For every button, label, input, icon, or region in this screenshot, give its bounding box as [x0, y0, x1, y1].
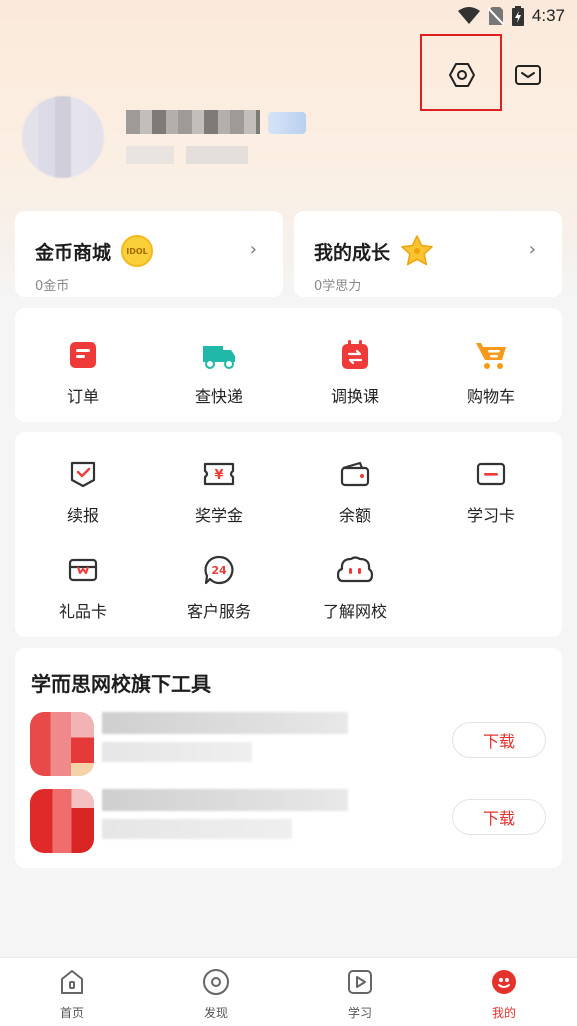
download-button[interactable]: 下载 [452, 722, 546, 758]
service-item-scholarship[interactable]: ¥ 奖学金 [151, 454, 287, 526]
service-item-label: 礼品卡 [58, 602, 107, 621]
services-card: 续报 ¥ 奖学金 余额 学习卡 礼品卡 24 客户服务 了解网校 [15, 432, 562, 637]
quick-menu-card: 订单 查快递 调换课 购物车 [15, 308, 562, 422]
growth-title: 我的成长 [314, 242, 391, 264]
menu-item-label: 购物车 [466, 387, 515, 406]
coin-mall-card[interactable]: 金币商城 IDOL › 0金币 [15, 211, 283, 297]
discover-icon [203, 969, 229, 995]
service-item-customer-service[interactable]: 24 客户服务 [151, 550, 287, 622]
user-level-badge [268, 112, 306, 134]
mine-icon [492, 970, 516, 994]
avatar[interactable] [22, 96, 104, 178]
coin-badge-text: IDOL [126, 246, 148, 256]
coin-mall-title: 金币商城 [35, 242, 112, 264]
nav-tab-discover[interactable]: 发现 [176, 968, 256, 1021]
chat-face-icon [337, 556, 373, 583]
no-sim-icon [487, 7, 504, 26]
tool-name-blurred [102, 712, 348, 734]
svg-text:24: 24 [211, 564, 227, 577]
nav-label: 首页 [59, 1006, 84, 1020]
home-icon [61, 970, 83, 994]
gift-card-icon [68, 558, 98, 582]
calendar-swap-icon [342, 340, 368, 369]
status-time: 4:37 [531, 6, 565, 25]
tool-app-logo-blurred [30, 789, 94, 853]
tool-row[interactable]: 下载 [30, 789, 550, 855]
customer-service-24-icon: 24 [204, 555, 234, 585]
tool-row[interactable]: 下载 [30, 712, 550, 778]
nav-label: 我的 [491, 1006, 516, 1020]
nav-label: 学习 [347, 1006, 372, 1020]
service-item-balance[interactable]: 余额 [287, 454, 423, 526]
wallet-icon [340, 461, 370, 487]
user-name-blurred [126, 110, 260, 134]
service-item-label: 续报 [66, 506, 99, 525]
nav-label: 发现 [203, 1006, 228, 1020]
order-icon [70, 342, 96, 368]
tool-name-blurred [102, 789, 348, 811]
tools-section-title: 学而思网校旗下工具 [31, 672, 211, 696]
coin-balance: 0金币 [35, 279, 70, 294]
growth-points: 0学思力 [314, 279, 362, 294]
nav-tab-mine[interactable]: 我的 [464, 968, 544, 1021]
menu-item-change-class[interactable]: 调换课 [287, 335, 423, 407]
menu-item-order[interactable]: 订单 [15, 335, 151, 407]
menu-item-express[interactable]: 查快递 [151, 335, 287, 407]
service-item-label: 客户服务 [186, 602, 251, 621]
user-info-blurred [126, 146, 174, 164]
nav-tab-study[interactable]: 学习 [320, 968, 400, 1021]
mail-icon [515, 65, 541, 85]
tool-desc-blurred [102, 819, 292, 839]
growth-card[interactable]: 我的成长 › 0学思力 [294, 211, 562, 297]
truck-icon [203, 346, 235, 369]
menu-item-label: 调换课 [330, 387, 379, 406]
bottom-nav: 首页 发现 学习 我的 [0, 957, 577, 1026]
coin-icon: IDOL [121, 235, 153, 267]
menu-item-cart[interactable]: 购物车 [423, 335, 559, 407]
battery-icon [511, 6, 524, 26]
renew-icon [70, 461, 96, 488]
star-icon [401, 235, 433, 266]
settings-button[interactable] [437, 50, 487, 100]
wifi-icon [457, 7, 480, 24]
svg-text:¥: ¥ [214, 468, 223, 483]
download-button[interactable]: 下载 [452, 799, 546, 835]
service-item-renew[interactable]: 续报 [15, 454, 151, 526]
service-item-label: 奖学金 [194, 506, 243, 525]
message-button[interactable] [503, 50, 553, 100]
chevron-right-icon: › [249, 239, 257, 260]
chevron-right-icon: › [528, 239, 536, 260]
play-icon [348, 970, 372, 994]
tool-app-logo-blurred [30, 712, 94, 776]
service-item-about[interactable]: 了解网校 [287, 550, 423, 622]
study-card-icon [476, 462, 506, 486]
service-item-label: 了解网校 [322, 602, 387, 621]
nav-tab-home[interactable]: 首页 [32, 968, 112, 1021]
settings-hexagon-icon [449, 63, 475, 87]
menu-item-label: 订单 [66, 387, 99, 406]
user-info-blurred [186, 146, 248, 164]
scholarship-icon: ¥ [203, 462, 235, 486]
tool-desc-blurred [102, 742, 252, 762]
service-item-study-card[interactable]: 学习卡 [423, 454, 559, 526]
status-bar: 4:37 [0, 0, 577, 34]
service-item-gift-card[interactable]: 礼品卡 [15, 550, 151, 622]
service-item-label: 余额 [338, 506, 371, 525]
menu-item-label: 查快递 [194, 387, 243, 406]
service-item-label: 学习卡 [466, 506, 515, 525]
cart-icon [476, 343, 506, 369]
